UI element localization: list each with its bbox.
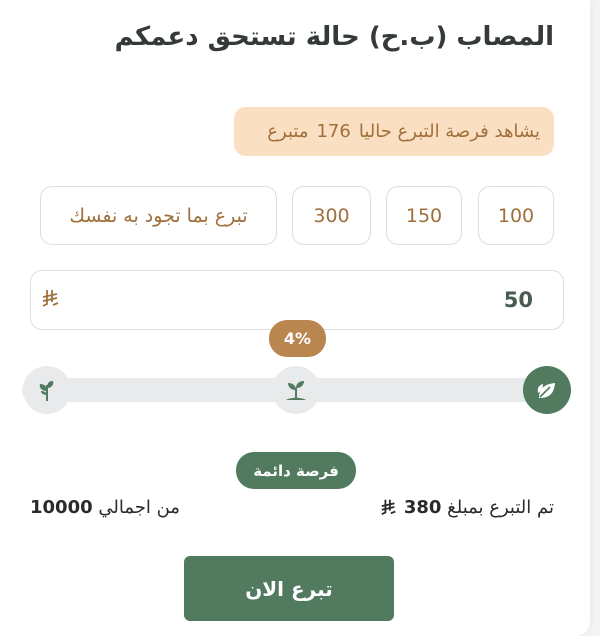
amount-100-button[interactable]: 100 (478, 186, 554, 245)
viewers-count: 176 (316, 121, 351, 142)
donated-prefix: تم التبرع بمبلغ (447, 497, 554, 518)
leaves-icon (523, 366, 571, 414)
riyal-currency-icon (41, 288, 61, 313)
custom-amount-value: 50 (503, 288, 533, 312)
total-amount: 10000 (30, 497, 93, 518)
case-title: المصاب (ب.ح) حالة تستحق دعمكم (114, 22, 554, 52)
total-amount-stat: من اجمالي 10000 (30, 497, 180, 518)
amount-150-button[interactable]: 150 (386, 186, 462, 245)
donated-amount-stat: تم التبرع بمبلغ 380 (380, 497, 554, 518)
viewers-suffix: متبرع (267, 121, 309, 142)
plant-icon (272, 366, 320, 414)
viewers-prefix: يشاهد فرصة التبرع حاليا (358, 121, 540, 142)
permanent-opportunity-badge: فرصة دائمة (236, 452, 356, 489)
donated-amount: 380 (403, 497, 442, 518)
viewers-badge: يشاهد فرصة التبرع حاليا 176 متبرع (234, 107, 554, 156)
riyal-currency-icon (380, 497, 398, 518)
custom-amount-button[interactable]: تبرع بما تجود به نفسك (40, 186, 277, 245)
donate-now-button[interactable]: تبرع الان (184, 556, 394, 621)
amount-300-button[interactable]: 300 (292, 186, 371, 245)
progress-percent-badge: 4% (269, 320, 326, 357)
donation-card: المصاب (ب.ح) حالة تستحق دعمكم يشاهد فرصة… (0, 0, 590, 636)
seedling-sprout-icon (23, 366, 71, 414)
total-prefix: من اجمالي (98, 497, 180, 518)
